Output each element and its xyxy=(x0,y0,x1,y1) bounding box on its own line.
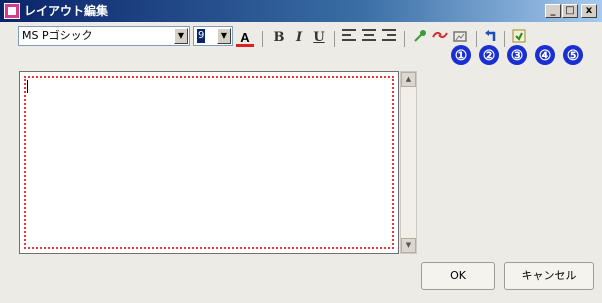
callout-1-badge: ① xyxy=(451,45,471,65)
align-left-icon[interactable] xyxy=(340,29,358,47)
scroll-up-icon[interactable]: ▲ xyxy=(401,72,416,87)
toolbar-separator xyxy=(334,31,335,47)
font-name-select[interactable]: MS Pゴシック ▼ xyxy=(18,26,190,46)
bold-button[interactable]: B xyxy=(270,29,288,47)
toolbar-separator xyxy=(262,31,263,47)
text-caret xyxy=(27,80,28,93)
toolbar-separator xyxy=(476,31,477,47)
toolbar-separator xyxy=(504,31,505,47)
font-size-select[interactable]: 9 ▼ xyxy=(193,26,233,46)
maximize-button[interactable]: □ xyxy=(562,4,578,18)
editor-scrollbar[interactable]: ▲ ▼ xyxy=(400,71,417,254)
font-size-value: 9 xyxy=(197,29,205,43)
toolbar-separator xyxy=(404,31,405,47)
minimize-button[interactable]: _ xyxy=(545,4,561,18)
align-right-icon[interactable] xyxy=(380,29,398,47)
chevron-down-icon[interactable]: ▼ xyxy=(217,28,231,44)
unlink-icon[interactable] xyxy=(431,29,449,47)
callout-2-badge: ② xyxy=(479,45,499,65)
align-center-icon[interactable] xyxy=(360,29,378,47)
title-bar[interactable]: レイアウト編集 _ □ x xyxy=(0,0,602,22)
scroll-down-icon[interactable]: ▼ xyxy=(401,238,416,253)
italic-button[interactable]: I xyxy=(290,29,308,47)
font-name-value: MS Pゴシック xyxy=(22,29,93,42)
callout-4-badge: ④ xyxy=(535,45,555,65)
ok-button[interactable]: OK xyxy=(421,262,495,290)
callout-5-badge: ⑤ xyxy=(563,45,583,65)
window-title: レイアウト編集 xyxy=(24,4,109,18)
layout-edit-window: レイアウト編集 _ □ x MS Pゴシック ▼ 9 ▼ A B I U ① ②… xyxy=(0,0,602,303)
chevron-down-icon[interactable]: ▼ xyxy=(174,28,188,44)
close-button[interactable]: x xyxy=(581,4,597,18)
callout-3-badge: ③ xyxy=(507,45,527,65)
font-color-button[interactable]: A xyxy=(236,29,254,47)
editor-dotted-frame xyxy=(24,76,394,249)
layout-text-editor[interactable] xyxy=(19,71,399,254)
app-icon xyxy=(4,3,20,19)
link-pin-icon[interactable] xyxy=(411,29,429,47)
cancel-button[interactable]: キャンセル xyxy=(504,262,594,290)
underline-button[interactable]: U xyxy=(310,29,328,47)
